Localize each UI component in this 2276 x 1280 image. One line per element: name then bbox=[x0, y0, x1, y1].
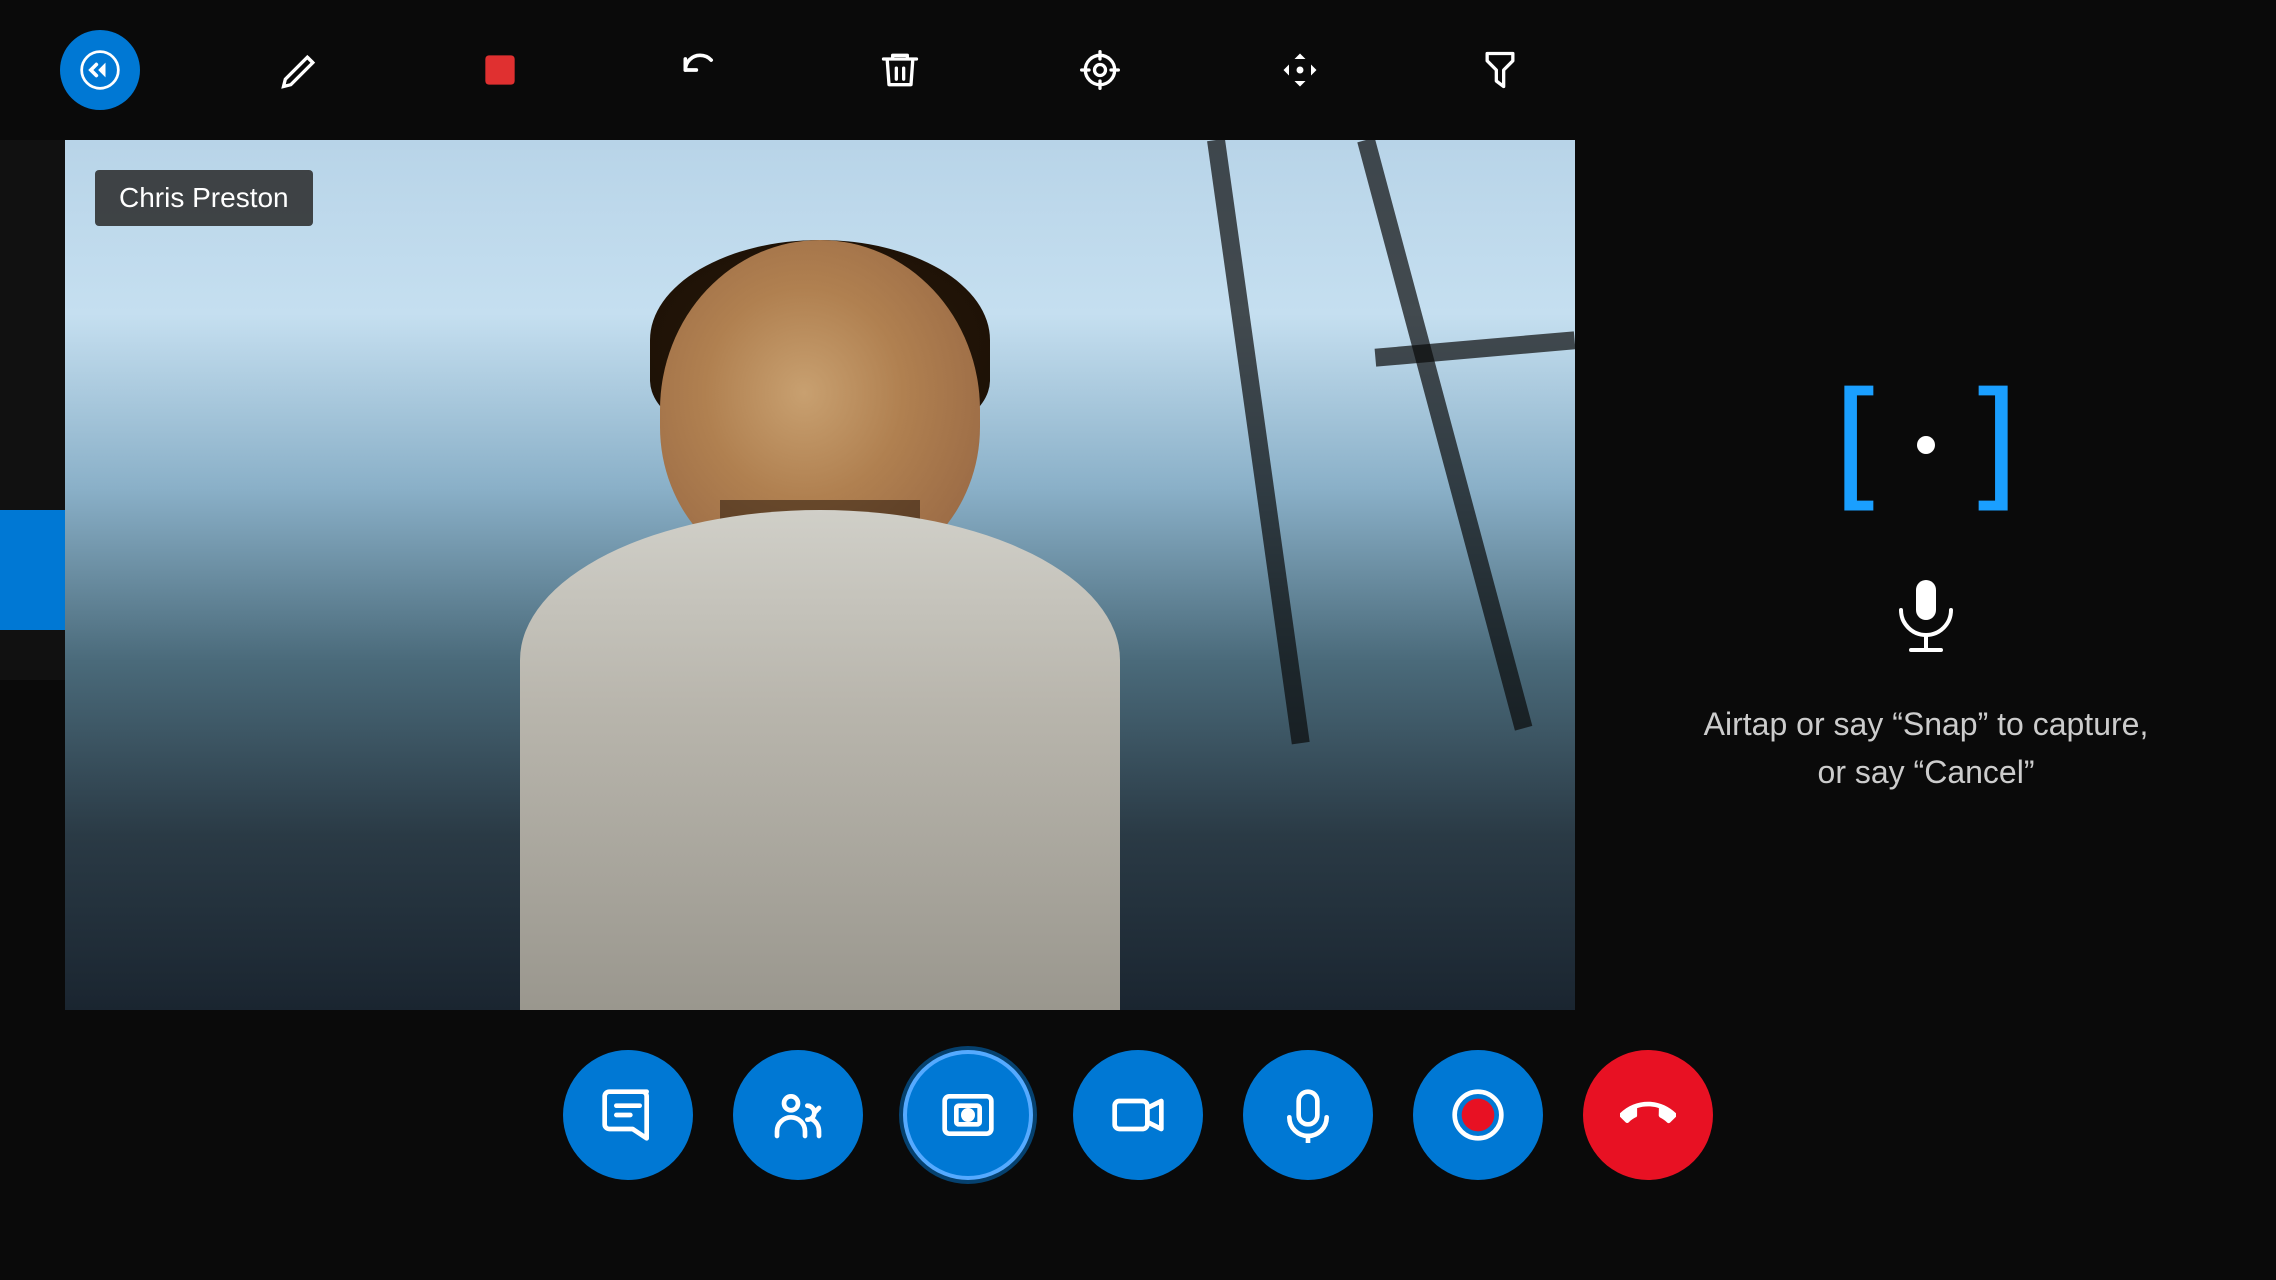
screenshot-button[interactable] bbox=[903, 1050, 1033, 1180]
delete-button[interactable] bbox=[860, 30, 940, 110]
end-call-button[interactable] bbox=[1583, 1050, 1713, 1180]
left-sidebar bbox=[0, 140, 65, 680]
pin-button[interactable] bbox=[1460, 30, 1540, 110]
chat-button[interactable] bbox=[563, 1050, 693, 1180]
move-button[interactable] bbox=[1260, 30, 1340, 110]
stop-button[interactable] bbox=[460, 30, 540, 110]
record-button[interactable] bbox=[1413, 1050, 1543, 1180]
bracket-right: ] bbox=[1955, 375, 2039, 515]
bracket-left: [ bbox=[1813, 375, 1897, 515]
video-button[interactable] bbox=[1073, 1050, 1203, 1180]
participant-name-label: Chris Preston bbox=[95, 170, 313, 226]
microphone-icon bbox=[1896, 575, 1956, 660]
toolbar bbox=[0, 0, 2276, 140]
video-feed bbox=[65, 140, 1575, 1010]
video-container: Chris Preston bbox=[65, 140, 1575, 1010]
right-panel: [ ] Airtap or say “Snap” to capture, or … bbox=[1576, 140, 2276, 1010]
bottom-controls bbox=[0, 1050, 2276, 1180]
bracket-dot bbox=[1917, 436, 1935, 454]
participants-button[interactable] bbox=[733, 1050, 863, 1180]
capture-instruction: Airtap or say “Snap” to capture, or say … bbox=[1704, 700, 2149, 796]
capture-bracket: [ ] bbox=[1786, 355, 2066, 535]
sidebar-accent bbox=[0, 510, 65, 630]
target-button[interactable] bbox=[1060, 30, 1140, 110]
undo-button[interactable] bbox=[660, 30, 740, 110]
mute-button[interactable] bbox=[1243, 1050, 1373, 1180]
person-body bbox=[520, 510, 1120, 1010]
collapse-button[interactable] bbox=[60, 30, 140, 110]
pen-button[interactable] bbox=[260, 30, 340, 110]
